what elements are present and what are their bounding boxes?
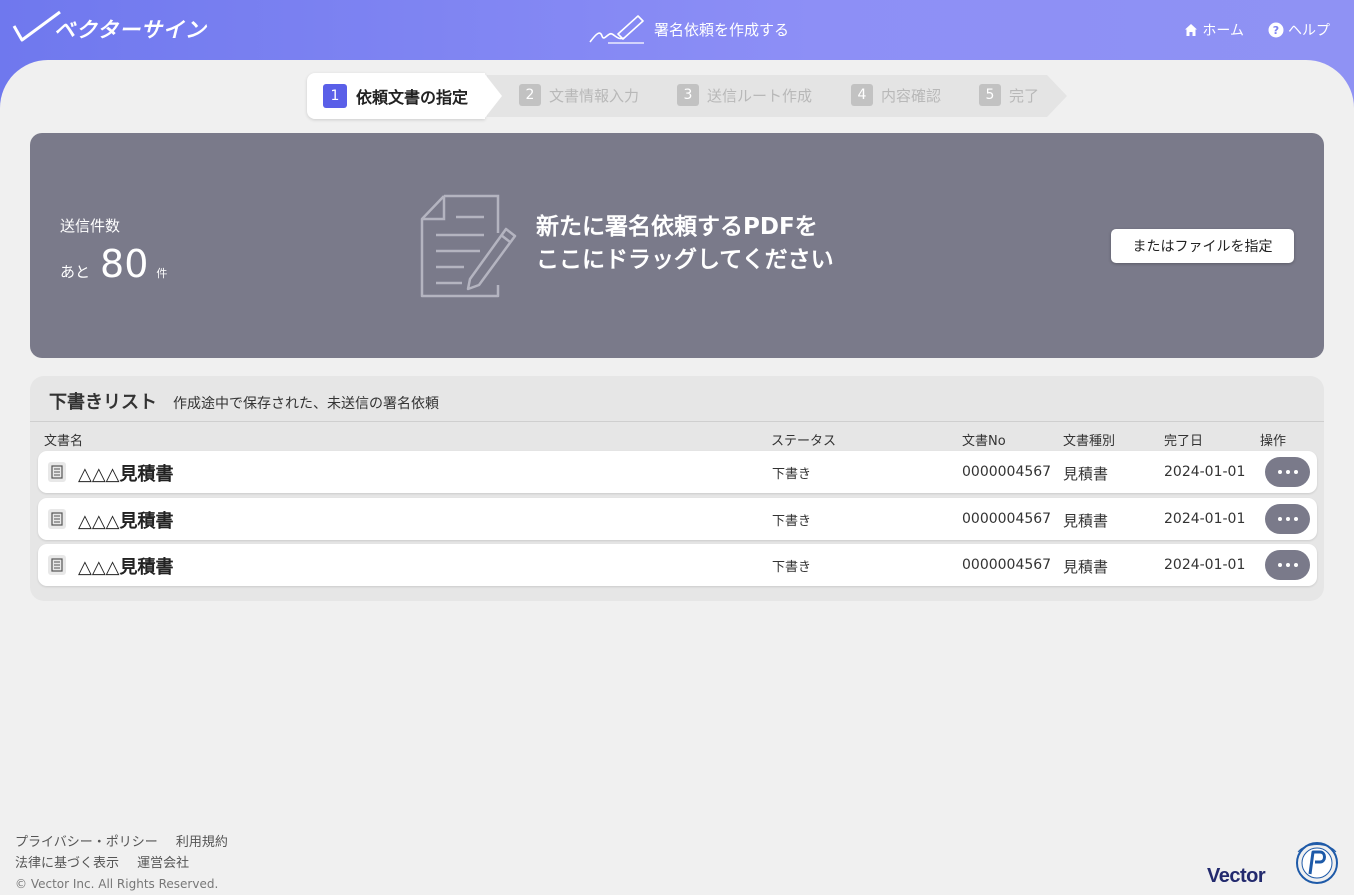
step-1: 1 依頼文書の指定 (307, 73, 485, 119)
row-doc-no: 0000004567 (962, 464, 1052, 480)
quota-prefix: あと (60, 263, 91, 281)
divider (30, 421, 1324, 422)
step-3: 3 送信ルート作成 (677, 84, 812, 106)
document-icon (48, 555, 66, 575)
dot-icon (1277, 470, 1282, 474)
company-link[interactable]: 運営会社 (137, 856, 189, 871)
row-date: 2024-01-01 (1164, 557, 1246, 573)
more-actions-button[interactable] (1265, 457, 1310, 487)
column-header-name[interactable]: 文書名 (44, 430, 83, 449)
dot-icon (1285, 470, 1290, 474)
step-1-number: 1 (323, 84, 347, 108)
header-nav: ホーム ? ヘルプ (1184, 20, 1330, 40)
dot-icon (1293, 470, 1298, 474)
row-kind: 見積書 (1063, 512, 1109, 530)
step-1-label: 依頼文書の指定 (356, 88, 469, 107)
step-2-number: 2 (519, 84, 541, 106)
footer: プライバシー・ポリシー 利用規約 法律に基づく表示 運営会社 © Vector … (15, 832, 242, 895)
row-name[interactable]: △△△見積書 (78, 507, 174, 533)
step-3-number: 3 (677, 84, 699, 106)
app-header: ベクターサイン 署名依頼を作成する ホーム ? ヘルプ (0, 0, 1354, 60)
row-date: 2024-01-01 (1164, 464, 1246, 480)
row-kind: 見積書 (1063, 558, 1109, 576)
more-actions-button[interactable] (1265, 504, 1310, 534)
dot-icon (1293, 517, 1298, 521)
signature-pen-icon (589, 15, 644, 44)
privacy-mark-icon[interactable] (1294, 840, 1340, 886)
dot-icon (1277, 563, 1282, 567)
step-3-label: 送信ルート作成 (707, 86, 813, 105)
logo-text: ベクターサイン (54, 18, 207, 42)
step-2-label: 文書情報入力 (549, 86, 640, 105)
drafts-title: 下書きリスト (49, 392, 157, 413)
terms-link[interactable]: 利用規約 (176, 835, 228, 850)
step-5-number: 5 (979, 84, 1001, 106)
home-icon (1185, 24, 1198, 36)
step-4: 4 内容確認 (851, 84, 941, 106)
row-status: 下書き (772, 514, 812, 529)
document-icon (48, 509, 66, 529)
step-5: 5 完了 (979, 84, 1039, 106)
pdf-drop-zone[interactable]: 送信件数 あと 80 件 新たに署名依頼するPDFを ここにドラッグしてください… (30, 133, 1324, 358)
dot-icon (1293, 563, 1298, 567)
quota-label: 送信件数 (60, 217, 121, 235)
privacy-policy-link[interactable]: プライバシー・ポリシー (15, 835, 158, 850)
logo[interactable]: ベクターサイン (12, 10, 207, 44)
main-panel: 1 依頼文書の指定 2 文書情報入力 3 送信ルート作成 4 内容確認 5 完了… (0, 60, 1354, 895)
document-pen-icon (420, 194, 517, 298)
table-row[interactable]: △△△見積書 下書き 0000004567 見積書 2024-01-01 (38, 498, 1317, 540)
dot-icon (1277, 517, 1282, 521)
row-name[interactable]: △△△見積書 (78, 553, 174, 579)
row-name[interactable]: △△△見積書 (78, 460, 174, 486)
drafts-panel: 下書きリスト 作成途中で保存された、未送信の署名依頼 文書名 ステータス 文書N… (30, 376, 1324, 601)
nav-help-label: ヘルプ (1288, 23, 1330, 39)
step-1-arrow (484, 73, 502, 119)
nav-home-label: ホーム (1202, 23, 1244, 39)
help-icon: ? (1268, 22, 1284, 38)
drop-instruction: 新たに署名依頼するPDFを ここにドラッグしてください (536, 211, 834, 277)
column-header-doc-no[interactable]: 文書No (962, 430, 1006, 449)
row-kind: 見積書 (1063, 465, 1109, 483)
document-icon (48, 462, 66, 482)
row-status: 下書き (772, 560, 812, 575)
choose-file-button[interactable]: またはファイルを指定 (1111, 229, 1294, 263)
nav-home[interactable]: ホーム (1184, 20, 1244, 40)
progress-stepper: 1 依頼文書の指定 2 文書情報入力 3 送信ルート作成 4 内容確認 5 完了 (307, 73, 1067, 119)
column-header-date[interactable]: 完了日 (1164, 430, 1203, 449)
row-doc-no: 0000004567 (962, 511, 1052, 527)
drop-instruction-line-2: ここにドラッグしてください (536, 247, 834, 273)
dot-icon (1285, 517, 1290, 521)
copyright: © Vector Inc. All Rights Reserved. (15, 877, 219, 891)
table-row[interactable]: △△△見積書 下書き 0000004567 見積書 2024-01-01 (38, 544, 1317, 586)
row-status: 下書き (772, 467, 812, 482)
column-header-status[interactable]: ステータス (771, 430, 836, 449)
step-5-label: 完了 (1009, 86, 1040, 105)
stepper-track-tip (1047, 75, 1067, 117)
quota-number: 80 (100, 242, 149, 286)
page-title: 署名依頼を作成する (654, 20, 790, 39)
row-date: 2024-01-01 (1164, 511, 1246, 527)
legal-notice-link[interactable]: 法律に基づく表示 (15, 856, 119, 871)
nav-help[interactable]: ? ヘルプ (1268, 20, 1330, 40)
step-2: 2 文書情報入力 (519, 84, 639, 106)
drafts-subtitle: 作成途中で保存された、未送信の署名依頼 (173, 396, 439, 412)
row-doc-no: 0000004567 (962, 557, 1052, 573)
step-4-label: 内容確認 (881, 86, 942, 105)
step-4-number: 4 (851, 84, 873, 106)
more-actions-button[interactable] (1265, 550, 1310, 580)
column-header-actions: 操作 (1260, 434, 1287, 449)
table-row[interactable]: △△△見積書 下書き 0000004567 見積書 2024-01-01 (38, 451, 1317, 493)
quota-unit: 件 (156, 267, 168, 280)
drop-instruction-line-1: 新たに署名依頼するPDFを (536, 214, 818, 240)
send-quota: 送信件数 あと 80 件 (60, 215, 167, 286)
svg-text:?: ? (1273, 24, 1279, 37)
page-heading: 署名依頼を作成する (588, 12, 789, 46)
column-header-kind[interactable]: 文書種別 (1063, 430, 1115, 449)
vector-logo[interactable]: Vector (1207, 865, 1266, 888)
dot-icon (1285, 563, 1290, 567)
